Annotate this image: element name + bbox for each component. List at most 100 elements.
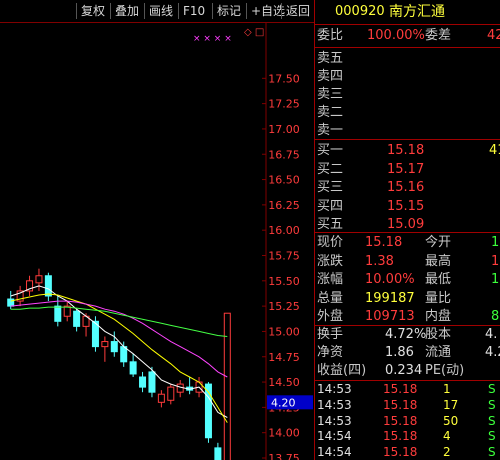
quote-label: 最低 [425, 272, 452, 287]
tick-side: S [488, 413, 496, 428]
stat-row: 净资 1.86 流通 4.2 [315, 343, 500, 363]
quote-row: 现价 15.18 今开 1 [315, 233, 500, 253]
quote-label: 量比 [425, 290, 452, 306]
mark-button[interactable]: 标记 [212, 3, 245, 19]
candle-body [139, 376, 147, 388]
buy-level-price: 15.16 [387, 180, 425, 195]
quote-row: 涨跌 1.38 最高 1 [315, 252, 500, 272]
weicha-label: 委差 [425, 28, 452, 43]
tick-price: 15.18 [383, 413, 418, 428]
kline-chart[interactable]: 17.50 17.25 17.00 16.75 16.50 16.25 16.00 15.75… [0, 23, 314, 460]
fuquan-button[interactable]: 复权 [76, 3, 109, 19]
candle-body [120, 346, 128, 363]
candle-body [223, 312, 231, 460]
candle-body [101, 341, 109, 348]
chart-toolbar: 复权 叠加 画线 F10 标记 +自选 返回 [0, 0, 314, 23]
tick-row: 14:53 15.18 1 S [315, 381, 500, 397]
quote-label: 今开 [425, 235, 452, 250]
candle-body [73, 310, 81, 327]
candle-body [167, 386, 175, 401]
y-tick-label: 15.00 [268, 325, 300, 338]
moving-average-line [10, 300, 228, 378]
y-tick-label: 15.75 [268, 250, 300, 263]
quote-value: 109713 [365, 309, 415, 324]
candle-body [44, 275, 52, 297]
buy-level-label: 买四 [317, 198, 344, 214]
quote-value: 1 [491, 272, 500, 287]
stat-value: 1.86 [385, 345, 414, 360]
candle-body [7, 298, 15, 307]
y-tick-label: 13.75 [268, 452, 300, 460]
quote-row: 外盘 109713 内盘 89 [315, 307, 500, 327]
buy-level-row: 买一 15.18 41 [315, 141, 500, 161]
quote-label: 内盘 [425, 309, 452, 324]
tick-side: S [488, 429, 496, 444]
weicha-value: 42 [487, 28, 500, 43]
buy-level-price: 15.17 [387, 161, 425, 177]
tick-volume: 1 [443, 382, 451, 396]
tick-time: 14:54 [317, 445, 352, 460]
tick-volume: 50 [443, 413, 459, 428]
tick-volume: 2 [443, 445, 451, 460]
tick-time: 14:53 [317, 413, 352, 428]
candle-body [214, 447, 222, 460]
y-tick-label: 16.00 [268, 224, 300, 237]
back-button[interactable]: 返回 [281, 3, 314, 19]
stat-label: 换手 [317, 327, 344, 342]
buy-level-label: 买三 [317, 180, 344, 195]
tick-row: 14:53 15.18 17 S [315, 397, 500, 413]
candle-body [35, 275, 43, 284]
buy-level-row: 买二 15.17 [315, 160, 500, 180]
y-tick-label: 17.25 [268, 98, 300, 111]
stat-value: 4. [485, 327, 498, 342]
sell-level-label: 卖四 [317, 69, 344, 84]
sell-level-label: 卖五 [317, 51, 344, 66]
stat-label: 股本 [425, 327, 452, 342]
quote-panel: 000920 南方汇通 委比 100.00% 委差 42 卖五 卖四 卖三 卖二 卖一 … [314, 0, 500, 460]
draw-line-button[interactable]: 画线 [144, 3, 177, 19]
candle-body [176, 383, 184, 393]
buy-level-label: 买一 [317, 143, 344, 158]
buy-level-row: 买三 15.16 [315, 178, 500, 198]
quote-value: 199187 [365, 290, 415, 306]
quote-value: 10.00% [365, 272, 415, 287]
tick-row: 14:54 15.18 4 S [315, 428, 500, 444]
tick-row: 14:53 15.18 50 S [315, 413, 500, 429]
stat-label: 净资 [317, 345, 344, 360]
quote-label: 涨幅 [317, 272, 344, 287]
tick-time: 14:53 [317, 397, 352, 412]
buy-level-price: 15.15 [387, 198, 425, 214]
y-tick-label: 14.00 [268, 427, 300, 440]
sell-level-label: 卖二 [317, 105, 344, 120]
quote-label: 总量 [317, 290, 344, 306]
tick-volume: 4 [443, 429, 451, 444]
sell-level-label: 卖三 [317, 87, 344, 102]
moving-average-line [10, 306, 228, 337]
stat-row: 收益(四) 0.234 PE(动) [315, 361, 500, 381]
buy-level-label: 买二 [317, 161, 344, 177]
stat-label: PE(动) [425, 363, 465, 378]
quote-label: 涨跌 [317, 253, 344, 269]
tick-row: 14:54 15.18 2 S [315, 444, 500, 460]
candle-body [148, 371, 156, 393]
stat-value: 4.2 [485, 345, 500, 360]
overlay-button[interactable]: 叠加 [110, 3, 143, 19]
y-tick-label: 16.25 [268, 199, 300, 212]
y-tick-label: 14.50 [268, 376, 300, 389]
quote-row: 总量 199187 量比 [315, 289, 500, 309]
f10-button[interactable]: F10 [178, 3, 209, 19]
stat-value: 4.72% [385, 327, 427, 342]
weibi-value: 100.00% [367, 28, 425, 43]
current-price-marker-label: 4.20 [271, 396, 296, 409]
sell-level-row: 卖三 [315, 85, 500, 105]
tick-price: 15.18 [383, 445, 418, 460]
tick-price: 15.18 [383, 429, 418, 444]
diamond-icon[interactable]: ◇ □ [244, 27, 264, 38]
tick-side: S [488, 445, 496, 460]
candle-body [110, 341, 118, 353]
stat-row: 换手 4.72% 股本 4. [315, 325, 500, 345]
sell-level-row: 卖一 [315, 121, 500, 141]
moving-average-line [10, 285, 228, 418]
y-tick-label: 17.50 [268, 72, 300, 85]
tick-volume: 17 [443, 397, 459, 412]
